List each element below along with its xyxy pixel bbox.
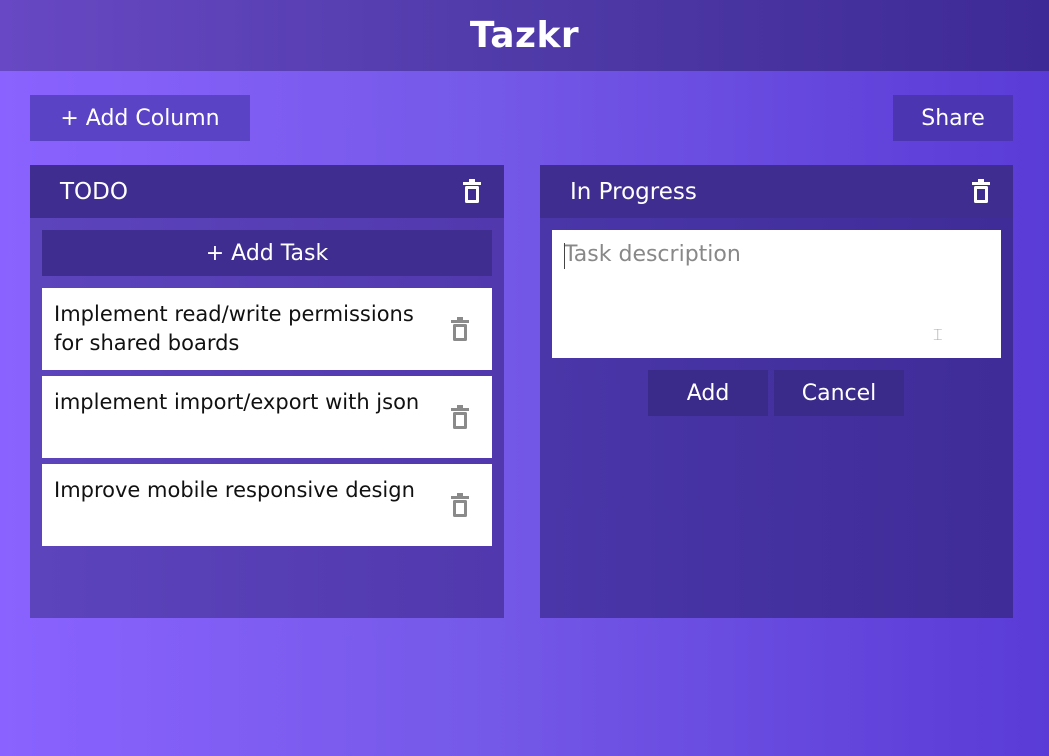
column-todo: TODO + Add Task Implement read/write per… xyxy=(30,165,504,618)
text-caret xyxy=(564,243,565,269)
task-text: Improve mobile responsive design xyxy=(54,478,415,502)
trash-icon[interactable] xyxy=(462,179,482,203)
app-title: Tazkr xyxy=(469,15,580,56)
column-title: In Progress xyxy=(570,178,697,205)
add-task-button[interactable]: + Add Task xyxy=(42,230,492,276)
trash-icon[interactable] xyxy=(450,405,470,429)
column-title: TODO xyxy=(60,178,128,205)
trash-icon[interactable] xyxy=(971,179,991,203)
trash-icon[interactable] xyxy=(450,317,470,341)
column-in-progress: In Progress ⌶ Add Cancel xyxy=(540,165,1013,618)
ibeam-cursor-icon: ⌶ xyxy=(933,325,943,344)
app-header: Tazkr xyxy=(0,0,1049,71)
column-header: TODO xyxy=(30,165,504,218)
task-card[interactable]: Implement read/write permissions for sha… xyxy=(42,288,492,370)
add-column-button[interactable]: + Add Column xyxy=(30,95,250,141)
task-card[interactable]: implement import/export with json xyxy=(42,376,492,458)
column-header: In Progress xyxy=(540,165,1013,218)
share-button[interactable]: Share xyxy=(893,95,1013,141)
task-text: Implement read/write permissions for sha… xyxy=(54,302,414,355)
cancel-button[interactable]: Cancel xyxy=(774,370,904,416)
task-text: implement import/export with json xyxy=(54,390,420,414)
add-button[interactable]: Add xyxy=(648,370,768,416)
trash-icon[interactable] xyxy=(450,493,470,517)
task-card[interactable]: Improve mobile responsive design xyxy=(42,464,492,546)
